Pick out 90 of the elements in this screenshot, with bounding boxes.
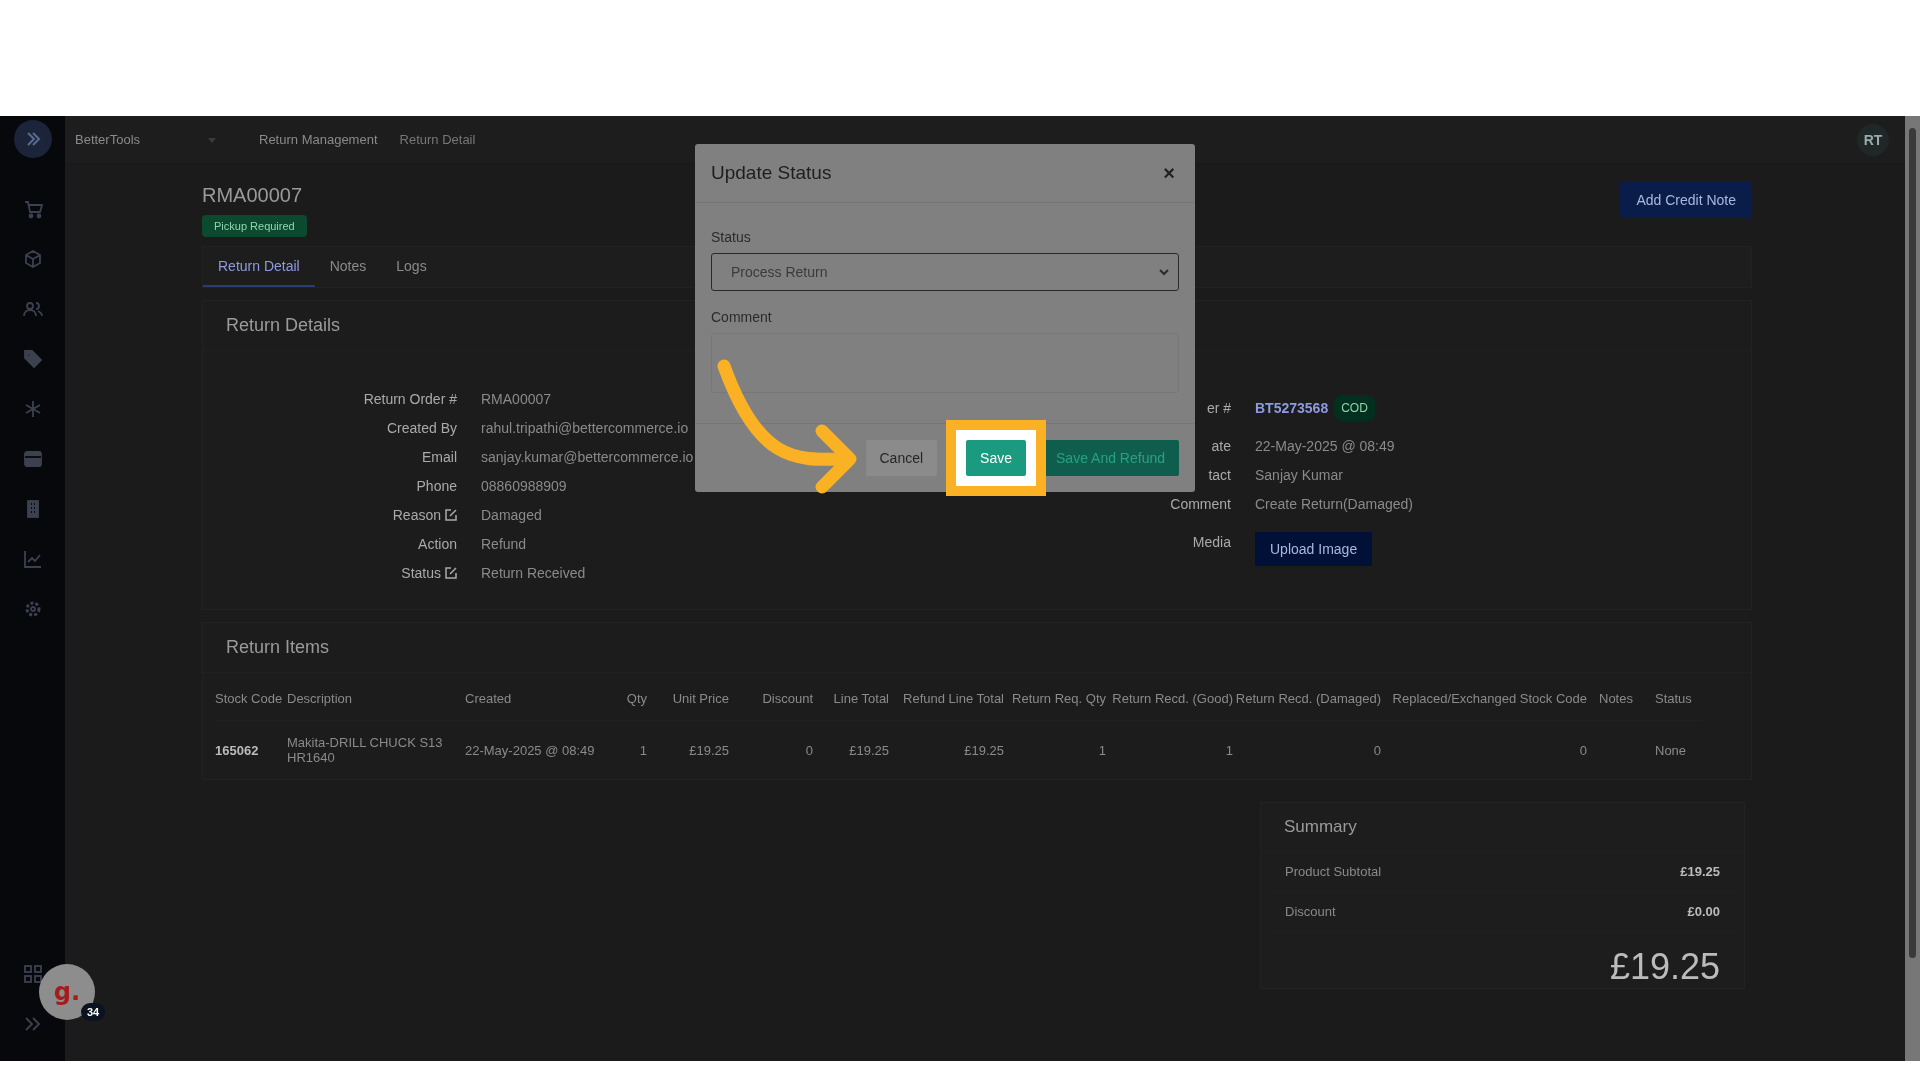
column-header: Created: [465, 673, 595, 721]
table-cell-text: £19.25: [688, 741, 729, 760]
summary-label: Product Subtotal: [1285, 864, 1382, 879]
chart-icon[interactable]: [22, 549, 43, 569]
column-header: Notes: [1587, 673, 1643, 721]
column-header: Return Recd. (Damaged): [1233, 673, 1381, 721]
table-cell-text: 1: [1224, 741, 1233, 760]
card-title: Return Items: [203, 623, 1751, 673]
column-header: Replaced/Exchanged Stock Code: [1381, 673, 1587, 721]
table-cell-text: 165062: [215, 741, 260, 760]
table-cell-text: None: [1654, 741, 1688, 760]
tab[interactable]: Notes: [314, 247, 382, 287]
table-cell-text: 1: [638, 741, 647, 760]
table-cell-text: 0: [1578, 741, 1587, 760]
logo-icon[interactable]: [13, 120, 52, 158]
summary-value: £0.00: [1687, 904, 1720, 919]
table-cell-text: £19.25: [963, 741, 1004, 760]
breadcrumb-link[interactable]: Return Management: [259, 132, 378, 147]
field-label: Media: [1192, 534, 1231, 550]
page-title: RMA00007: [202, 184, 304, 207]
grid-icon[interactable]: [22, 964, 43, 984]
field-label: tact: [1208, 466, 1231, 483]
users-icon[interactable]: [22, 299, 43, 319]
chevron-icon: [1158, 266, 1170, 278]
field-label: Return Order #: [363, 390, 457, 407]
count-badge: 34: [81, 1003, 106, 1021]
field-value: Create Return(Damaged): [1255, 495, 1413, 512]
summary-value: £19.25: [1680, 864, 1720, 879]
field-value: 08860988909: [481, 477, 567, 494]
table-cell-text: £19.25: [848, 741, 889, 760]
edit-icon[interactable]: [445, 566, 457, 579]
field-label: Created By: [386, 419, 457, 436]
table-cell-text: Makita-DRILL CHUCK S13 HR1640: [287, 734, 444, 767]
column-header: Qty: [595, 673, 647, 721]
dialog-button[interactable]: Save: [966, 440, 1026, 476]
column-header: Discount: [729, 673, 813, 721]
field-value: Refund: [481, 535, 527, 552]
user-avatar[interactable]: RT: [1857, 123, 1889, 156]
add-credit-note-button[interactable]: Add Credit Note: [1620, 182, 1752, 218]
box-icon[interactable]: [22, 249, 43, 269]
field-label: Status: [401, 564, 441, 581]
tab[interactable]: Logs: [381, 247, 442, 287]
field-label: Email: [422, 448, 457, 465]
column-header: Status: [1643, 673, 1703, 721]
total-amount: £19.25: [1608, 945, 1721, 988]
field-label: Action: [418, 535, 457, 552]
cart-icon[interactable]: [22, 199, 43, 219]
table-cell-text: 0: [804, 741, 813, 760]
field-value: Damaged: [481, 506, 542, 523]
column-header: Stock Code: [215, 673, 287, 721]
status-dropdown[interactable]: Process Return: [711, 253, 1179, 291]
order-link[interactable]: BT5273568: [1255, 399, 1329, 416]
tab[interactable]: Return Detail: [203, 247, 315, 287]
field-label: Comment: [1170, 495, 1231, 512]
field-value: RMA00007: [481, 390, 552, 407]
store-icon[interactable]: [22, 449, 43, 469]
tag-icon[interactable]: [22, 349, 43, 369]
column-header: Refund Line Total: [889, 673, 1004, 721]
dialog-button[interactable]: Cancel: [865, 440, 938, 476]
comment-field[interactable]: [711, 333, 1179, 393]
column-header: Return Req. Qty: [1004, 673, 1106, 721]
field-value: 22-May-2025 @ 08:49: [1255, 437, 1395, 454]
table-cell-text: 22-May-2025 @ 08:49: [465, 741, 595, 760]
table-cell-text: 1: [1097, 741, 1106, 760]
field-value: sanjay.kumar@bettercommerce.io: [481, 448, 694, 465]
table-cell-text: 0: [1372, 741, 1381, 760]
breadcrumb-link[interactable]: Return Detail: [399, 132, 476, 147]
field-label: er #: [1206, 399, 1231, 416]
payment-badge: COD: [1334, 394, 1375, 421]
field-value: rahul.tripathi@bettercommerce.io: [481, 419, 689, 436]
field-value: Return Received: [481, 564, 586, 581]
scrollbar[interactable]: [1905, 116, 1920, 1061]
upload-image-button[interactable]: Upload Image: [1255, 532, 1373, 566]
field-label: Reason: [392, 506, 441, 523]
field-label: ate: [1211, 437, 1231, 454]
edit-icon[interactable]: [445, 508, 457, 521]
summary-label: Discount: [1285, 904, 1336, 919]
field-label: Comment: [711, 309, 773, 325]
column-header: Unit Price: [647, 673, 729, 721]
field-value: Sanjay Kumar: [1255, 466, 1343, 483]
column-header: Return Recd. (Good): [1106, 673, 1233, 721]
field-label: Phone: [416, 477, 457, 494]
card-title: Summary: [1261, 803, 1744, 852]
field-label: Status: [711, 229, 752, 245]
status-badge: Pickup Required: [202, 215, 307, 237]
column-header: Line Total: [813, 673, 889, 721]
store-selector[interactable]: BetterTools: [75, 132, 185, 147]
dialog-title: Update Status: [711, 162, 832, 184]
close-button[interactable]: ×: [1159, 161, 1179, 185]
column-header: Description: [287, 673, 465, 721]
